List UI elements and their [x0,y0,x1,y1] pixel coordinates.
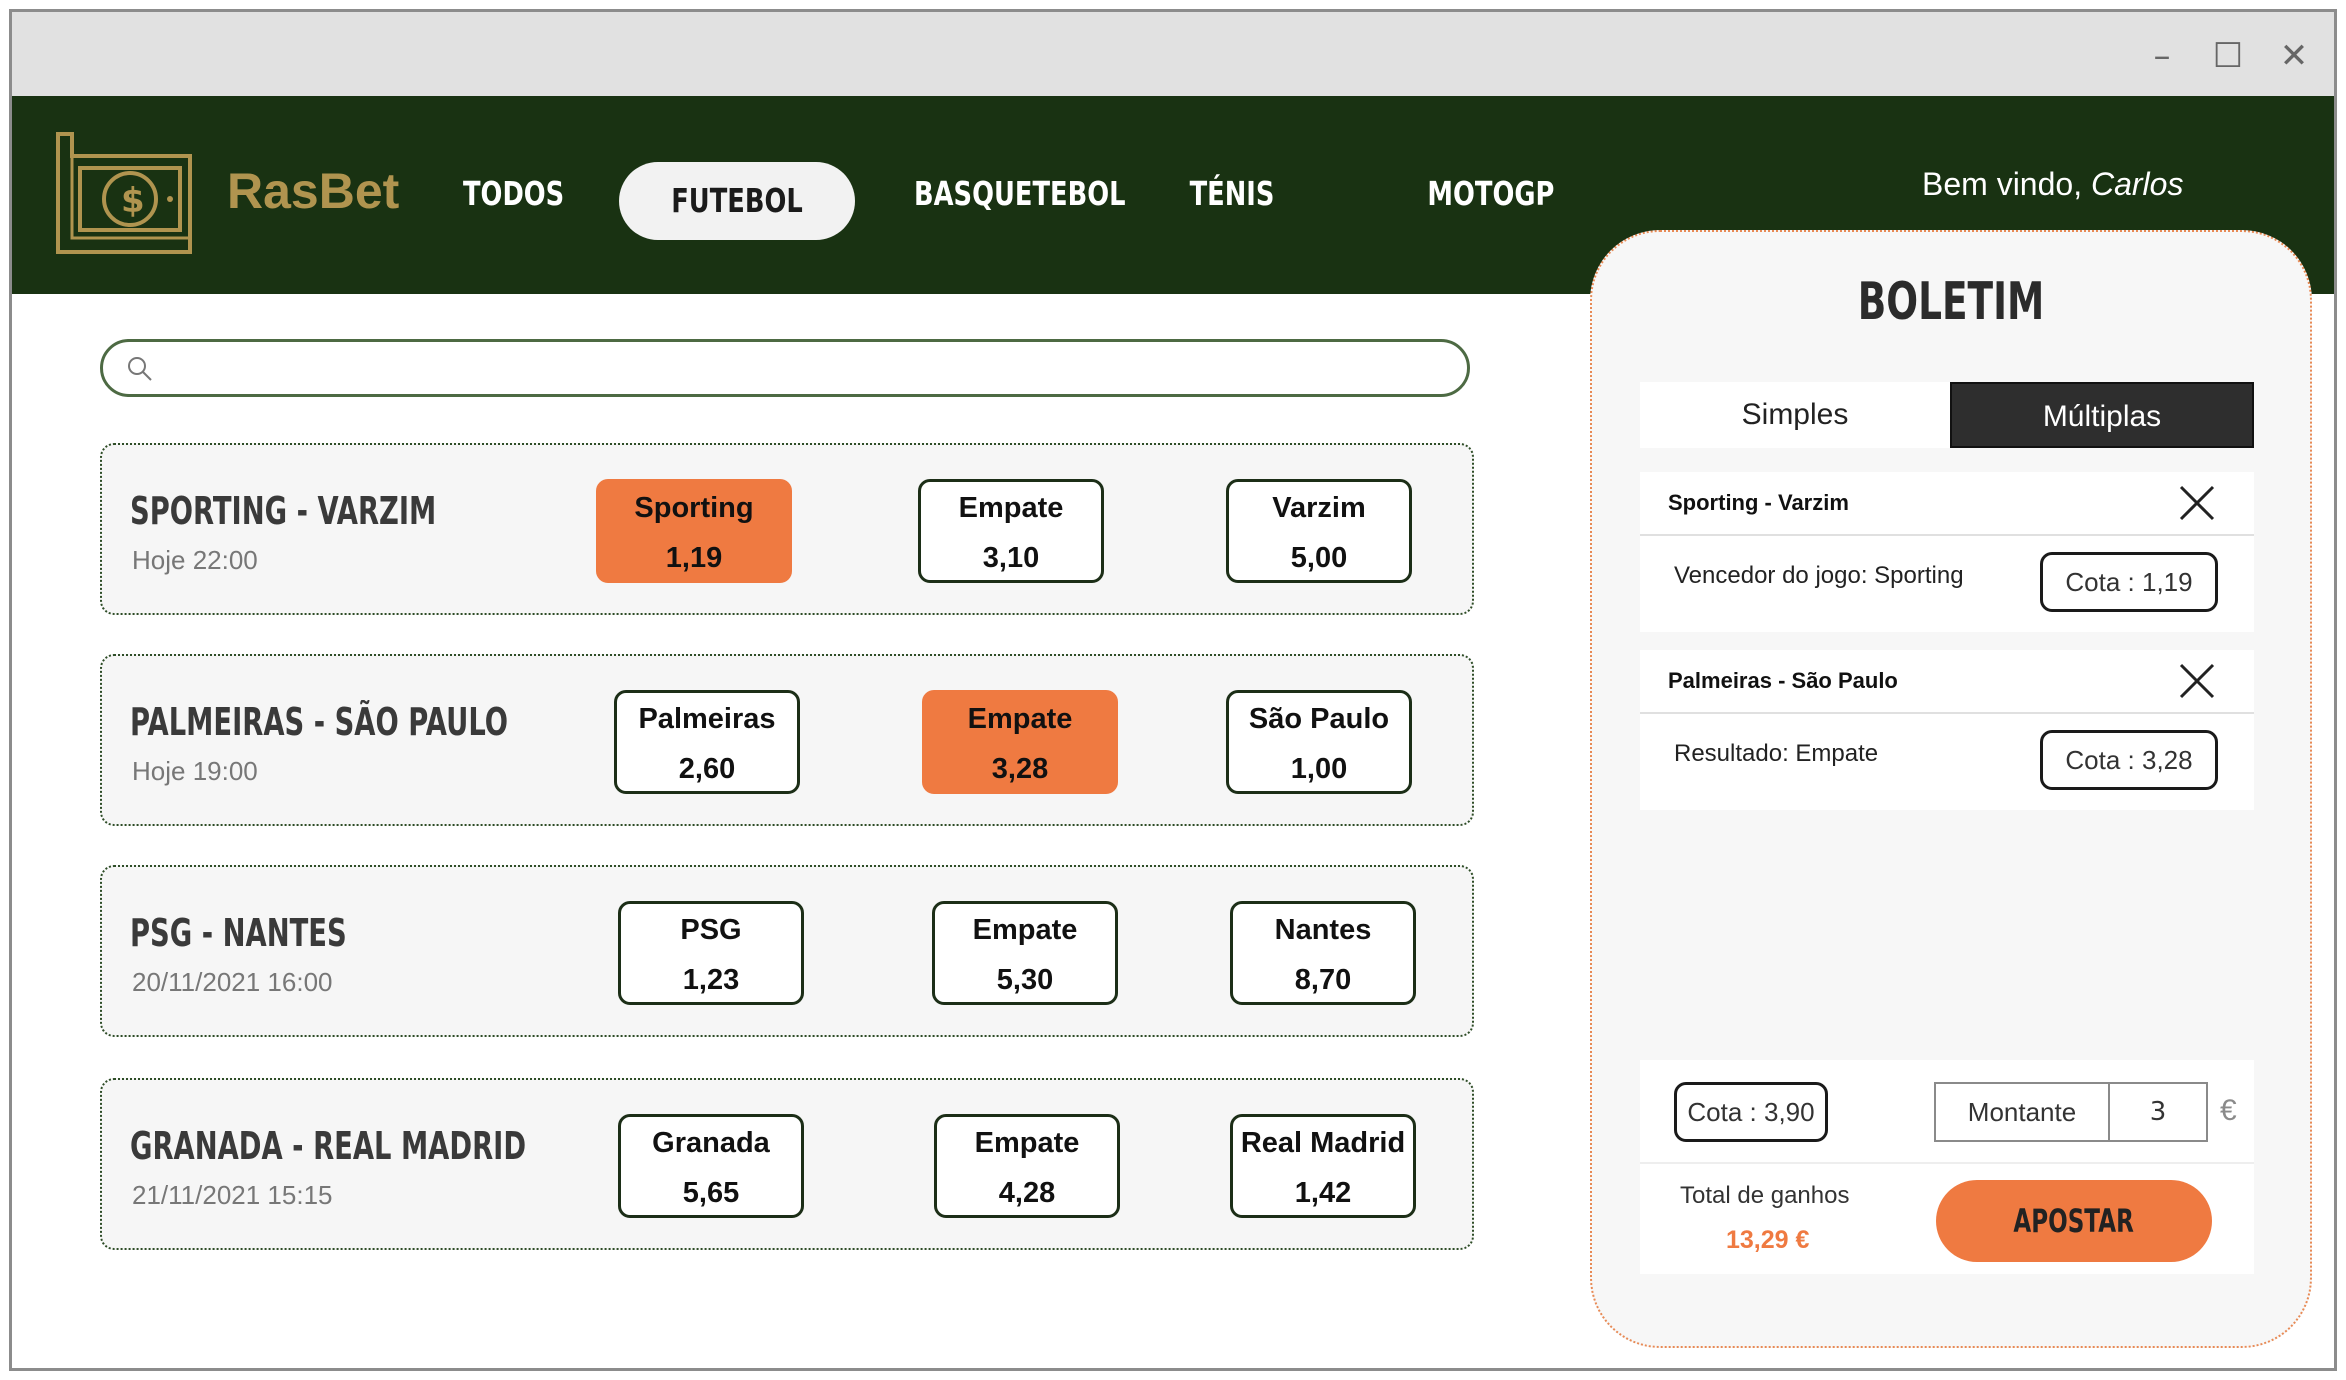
odd-button-draw[interactable]: Empate 3,10 [918,479,1104,583]
odd-button-draw[interactable]: Empate 4,28 [934,1114,1120,1218]
odd-button-draw[interactable]: Empate 5,30 [932,901,1118,1005]
close-icon[interactable] [2178,662,2216,700]
match-teams: PALMEIRAS - SÃO PAULO [130,700,509,744]
divider [1640,1162,2254,1164]
total-winnings-label: Total de ganhos [1680,1182,1850,1209]
bet-item-cota: Cota : 1,19 [2040,552,2218,612]
match-teams: GRANADA - REAL MADRID [130,1124,527,1168]
odd-button-home[interactable]: Sporting 1,19 [596,479,792,583]
odd-button-away[interactable]: Real Madrid 1,42 [1230,1114,1416,1218]
close-window-button[interactable]: ✕ [2274,36,2314,76]
currency-symbol: € [2220,1094,2237,1127]
title-bar: – ☐ ✕ [12,12,2334,96]
nav-tenis[interactable]: TÉNIS [1185,155,1279,233]
apostar-button[interactable]: APOSTAR [1936,1180,2212,1262]
bet-item-title: Sporting - Varzim [1668,490,1849,515]
odd-button-home[interactable]: Granada 5,65 [618,1114,804,1218]
total-winnings-value: 13,29 € [1726,1226,1810,1254]
nav-futebol[interactable]: FUTEBOL [645,162,829,240]
match-card: PSG - NANTES 20/11/2021 16:00 PSG 1,23 Em… [100,865,1474,1037]
welcome-message: Bem vindo, Carlos [1922,166,2184,202]
match-card: GRANADA - REAL MADRID 21/11/2021 15:15 G… [100,1078,1474,1250]
money-logo-icon: $ [56,132,192,254]
match-time: 21/11/2021 15:15 [132,1180,333,1210]
bet-item-header: Sporting - Varzim [1640,472,2254,536]
odd-button-away[interactable]: Varzim 5,00 [1226,479,1412,583]
odd-button-home[interactable]: Palmeiras 2,60 [614,690,800,794]
bet-item-title: Palmeiras - São Paulo [1668,668,1898,693]
odd-button-away[interactable]: Nantes 8,70 [1230,901,1416,1005]
search-bar[interactable] [100,339,1470,397]
bet-item-description: Vencedor do jogo: Sporting [1674,562,1964,589]
search-icon [128,357,152,381]
match-teams: PSG - NANTES [130,911,347,955]
nav-motogp[interactable]: MOTOGP [1427,155,1554,233]
match-time: Hoje 22:00 [132,545,258,575]
bet-item: Sporting - Varzim Vencedor do jogo: Spor… [1640,472,2254,632]
match-teams: SPORTING - VARZIM [130,489,437,533]
svg-text:$: $ [121,181,145,221]
bet-slip-panel: BOLETIM Simples Múltiplas Sporting - Var… [1590,230,2312,1348]
nav-basquetebol[interactable]: BASQUETEBOL [914,155,1125,233]
tab-multiplas[interactable]: Múltiplas [1950,382,2254,448]
minimize-button[interactable]: – [2142,36,2182,76]
match-card: SPORTING - VARZIM Hoje 22:00 Sporting 1,1… [100,443,1474,615]
montante-label: Montante [1934,1082,2110,1142]
bet-slip-title: BOLETIM [1857,272,2045,332]
bet-item-header: Palmeiras - São Paulo [1640,650,2254,714]
odd-button-draw[interactable]: Empate 3,28 [922,690,1118,794]
odd-button-away[interactable]: São Paulo 1,00 [1226,690,1412,794]
user-name: Carlos [2090,166,2184,202]
bet-item-cota: Cota : 3,28 [2040,730,2218,790]
match-time: 20/11/2021 16:00 [132,967,333,997]
bet-item-description: Resultado: Empate [1674,740,1879,767]
app-window: – ☐ ✕ $ RasBet TODOS FUTEBOL BASQUETEBOL… [9,9,2337,1371]
close-icon[interactable] [2178,484,2216,522]
nav-todos[interactable]: TODOS [463,155,564,233]
bet-slip-footer: Cota : 3,90 Montante 3 € Total de ganhos… [1640,1060,2254,1274]
match-card: PALMEIRAS - SÃO PAULO Hoje 19:00 Palmeir… [100,654,1474,826]
bet-item: Palmeiras - São Paulo Resultado: Empate … [1640,650,2254,810]
brand-name: RasBet [227,163,400,219]
match-time: Hoje 19:00 [132,756,258,786]
tab-simples[interactable]: Simples [1640,382,1950,448]
total-cota: Cota : 3,90 [1674,1082,1828,1142]
odd-button-home[interactable]: PSG 1,23 [618,901,804,1005]
maximize-button[interactable]: ☐ [2208,36,2248,76]
amount-input[interactable]: 3 [2108,1082,2208,1142]
